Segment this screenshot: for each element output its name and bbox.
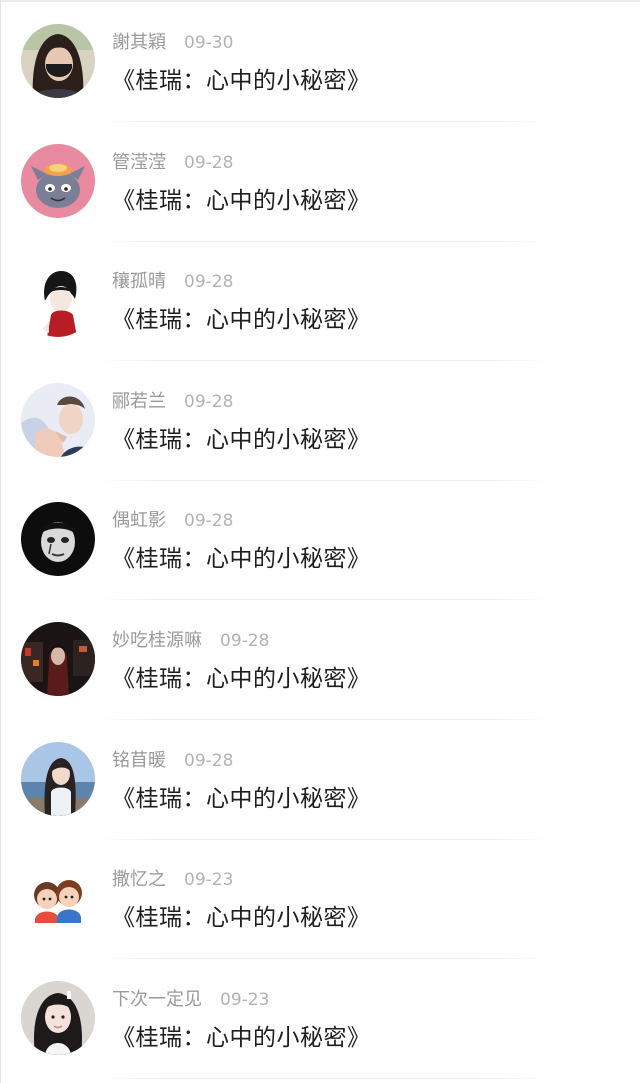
user-avatar[interactable] — [21, 741, 95, 816]
comment-item[interactable]: 郦若兰 09-28 《桂瑞：心中的小秘密》 — [0, 361, 640, 481]
comment-text: 《桂瑞：心中的小秘密》 — [112, 187, 371, 214]
comment-text: 《桂瑞：心中的小秘密》 — [112, 905, 371, 932]
username[interactable]: 撒忆之 — [112, 869, 166, 890]
comment-item[interactable]: 撒忆之 09-23 《桂瑞：心中的小秘密》 — [0, 839, 640, 960]
comment-item[interactable]: 铭苜暖 09-28 《桂瑞：心中的小秘密》 — [0, 720, 640, 840]
cartoon-cat-avatar-icon — [21, 143, 95, 218]
username[interactable]: 穰孤晴 — [112, 271, 166, 292]
user-avatar[interactable] — [21, 980, 95, 1055]
anime-boy-avatar-icon — [21, 263, 95, 338]
comment-time: 09-28 — [184, 391, 234, 412]
girl-selfie-avatar-icon — [21, 980, 95, 1055]
comment-text: 《桂瑞：心中的小秘密》 — [112, 426, 371, 453]
username[interactable]: 郦若兰 — [112, 391, 166, 412]
comment-meta: 管滢滢 09-28 — [112, 151, 233, 175]
comment-meta: 铭苜暖 09-28 — [112, 749, 233, 773]
user-avatar[interactable] — [21, 861, 95, 936]
user-avatar[interactable] — [21, 382, 95, 457]
comment-meta: 郦若兰 09-28 — [112, 390, 233, 414]
comment-meta: 妙吃桂源嘛 09-28 — [112, 629, 269, 653]
comment-time: 09-28 — [184, 750, 234, 771]
username[interactable]: 偶虹影 — [112, 510, 166, 531]
comment-meta: 下次一定见 09-23 — [112, 988, 269, 1012]
user-avatar[interactable] — [21, 621, 95, 696]
comment-time: 09-28 — [184, 272, 234, 293]
comment-item[interactable]: 妙吃桂源嘛 09-28 《桂瑞：心中的小秘密》 — [0, 600, 640, 720]
comment-text: 《桂瑞：心中的小秘密》 — [112, 68, 371, 94]
comment-time: 09-23 — [220, 989, 270, 1010]
comment-time: 09-30 — [184, 33, 234, 53]
comment-text: 《桂瑞：心中的小秘密》 — [112, 665, 371, 692]
comment-item[interactable]: 謝其穎 09-30 《桂瑞：心中的小秘密》 — [0, 2, 640, 122]
user-avatar[interactable] — [21, 143, 95, 218]
username[interactable]: 下次一定见 — [112, 989, 202, 1010]
comment-text: 《桂瑞：心中的小秘密》 — [112, 307, 371, 334]
comment-meta: 穰孤晴 09-28 — [112, 270, 233, 294]
comment-list: 謝其穎 09-30 《桂瑞：心中的小秘密》 管滢滢 09-28 《桂瑞：心中的小… — [0, 2, 640, 1079]
comment-item[interactable]: 下次一定见 09-23 《桂瑞：心中的小秘密》 — [0, 959, 640, 1079]
comment-time: 09-23 — [184, 870, 234, 891]
username[interactable]: 管滢滢 — [112, 152, 166, 173]
comment-item[interactable]: 穰孤晴 09-28 《桂瑞：心中的小秘密》 — [0, 241, 640, 362]
comment-item[interactable]: 管滢滢 09-28 《桂瑞：心中的小秘密》 — [0, 122, 640, 242]
comment-time: 09-28 — [184, 152, 234, 173]
comment-time: 09-28 — [220, 630, 270, 651]
night-street-avatar-icon — [21, 621, 95, 696]
comment-text: 《桂瑞：心中的小秘密》 — [112, 785, 371, 812]
username[interactable]: 铭苜暖 — [112, 750, 166, 771]
comment-time: 09-28 — [184, 511, 234, 532]
username[interactable]: 妙吃桂源嘛 — [112, 630, 202, 651]
boy-portrait-avatar-icon — [21, 382, 95, 457]
comment-meta: 偶虹影 09-28 — [112, 509, 233, 533]
user-avatar[interactable] — [21, 502, 95, 577]
girl-with-mask-avatar-icon — [21, 24, 95, 98]
user-avatar[interactable] — [21, 263, 95, 338]
cartoon-couple-avatar-icon — [21, 861, 95, 936]
girl-by-sea-avatar-icon — [21, 741, 95, 816]
row-divider — [95, 1077, 550, 1079]
comment-text: 《桂瑞：心中的小秘密》 — [112, 546, 371, 573]
comment-item[interactable]: 偶虹影 09-28 《桂瑞：心中的小秘密》 — [0, 480, 640, 601]
comment-meta: 撒忆之 09-23 — [112, 868, 233, 892]
comment-meta: 謝其穎 09-30 — [112, 31, 233, 55]
comment-text: 《桂瑞：心中的小秘密》 — [112, 1024, 371, 1051]
username[interactable]: 謝其穎 — [112, 32, 166, 53]
dark-face-avatar-icon — [21, 502, 95, 577]
user-avatar[interactable] — [21, 24, 95, 98]
